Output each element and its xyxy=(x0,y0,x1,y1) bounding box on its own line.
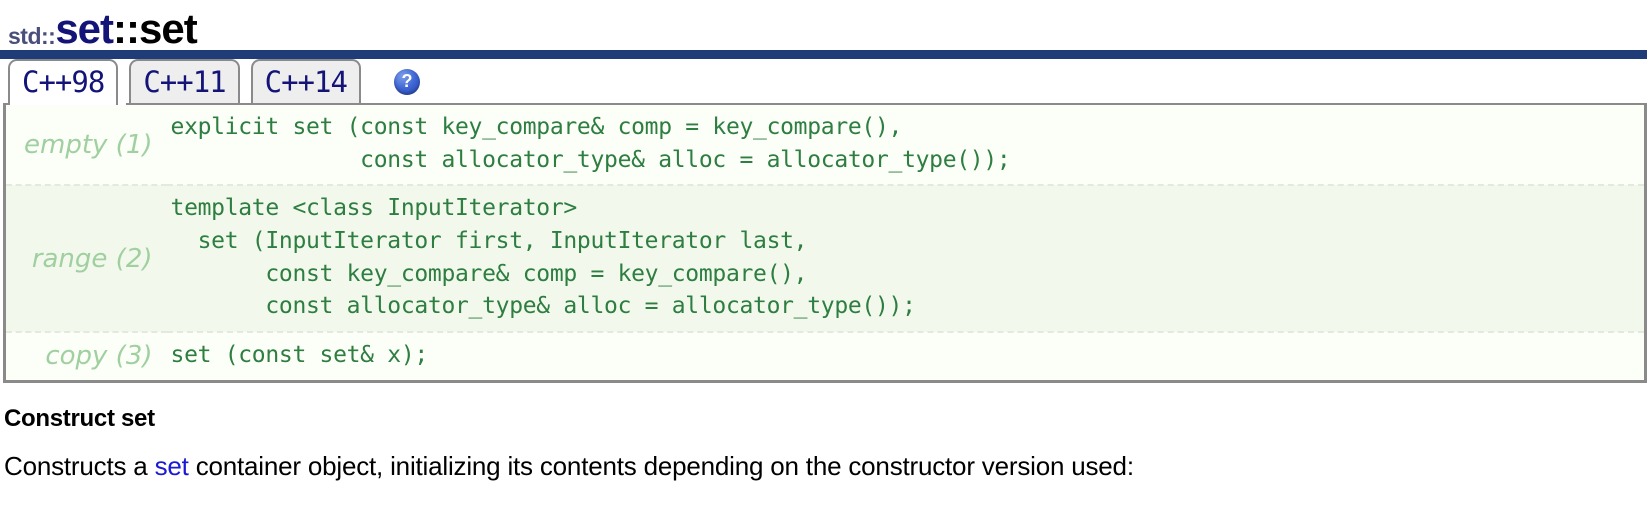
signature-code-range: template <class InputIterator> set (Inpu… xyxy=(166,184,1644,332)
description-paragraph: Constructs a set container object, initi… xyxy=(0,433,1647,482)
signature-code-copy: set (const set& x); xyxy=(166,330,1644,380)
page-title-separator: :: xyxy=(113,5,140,52)
description-suffix: container object, initializing its conte… xyxy=(188,450,1134,481)
tab-cpp11[interactable]: C++11 xyxy=(129,59,240,105)
signature-label-copy: copy (3) xyxy=(6,330,167,380)
header-rule xyxy=(0,50,1647,59)
table-row: copy (3) set (const set& x); xyxy=(6,330,1644,380)
page-title-namespace: std:: xyxy=(8,23,56,49)
signature-table: empty (1) explicit set (const key_compar… xyxy=(6,105,1644,380)
tab-cpp98[interactable]: C++98 xyxy=(8,59,119,105)
signature-label-range: range (2) xyxy=(6,184,167,332)
page-title-class: set xyxy=(55,5,114,52)
signature-code-empty: explicit set (const key_compare& comp = … xyxy=(170,114,1011,173)
signature-table-container: empty (1) explicit set (const key_compar… xyxy=(3,103,1647,383)
tab-cpp14[interactable]: C++14 xyxy=(250,59,361,105)
page-title: std:: set:: set xyxy=(0,0,1647,50)
signature-label-empty: empty (1) xyxy=(24,129,153,160)
section-heading: Construct set xyxy=(4,404,155,432)
table-row: empty (1) explicit set (const key_compar… xyxy=(6,105,1644,185)
question-mark-icon[interactable]: ? xyxy=(393,69,420,95)
page-title-member: set xyxy=(139,5,198,52)
table-row: range (2) template <class InputIterator>… xyxy=(6,184,1644,332)
description-prefix: Constructs a xyxy=(4,450,155,481)
version-tabstrip: C++98 C++11 C++14 ? xyxy=(0,59,1647,105)
set-link[interactable]: set xyxy=(155,451,189,481)
